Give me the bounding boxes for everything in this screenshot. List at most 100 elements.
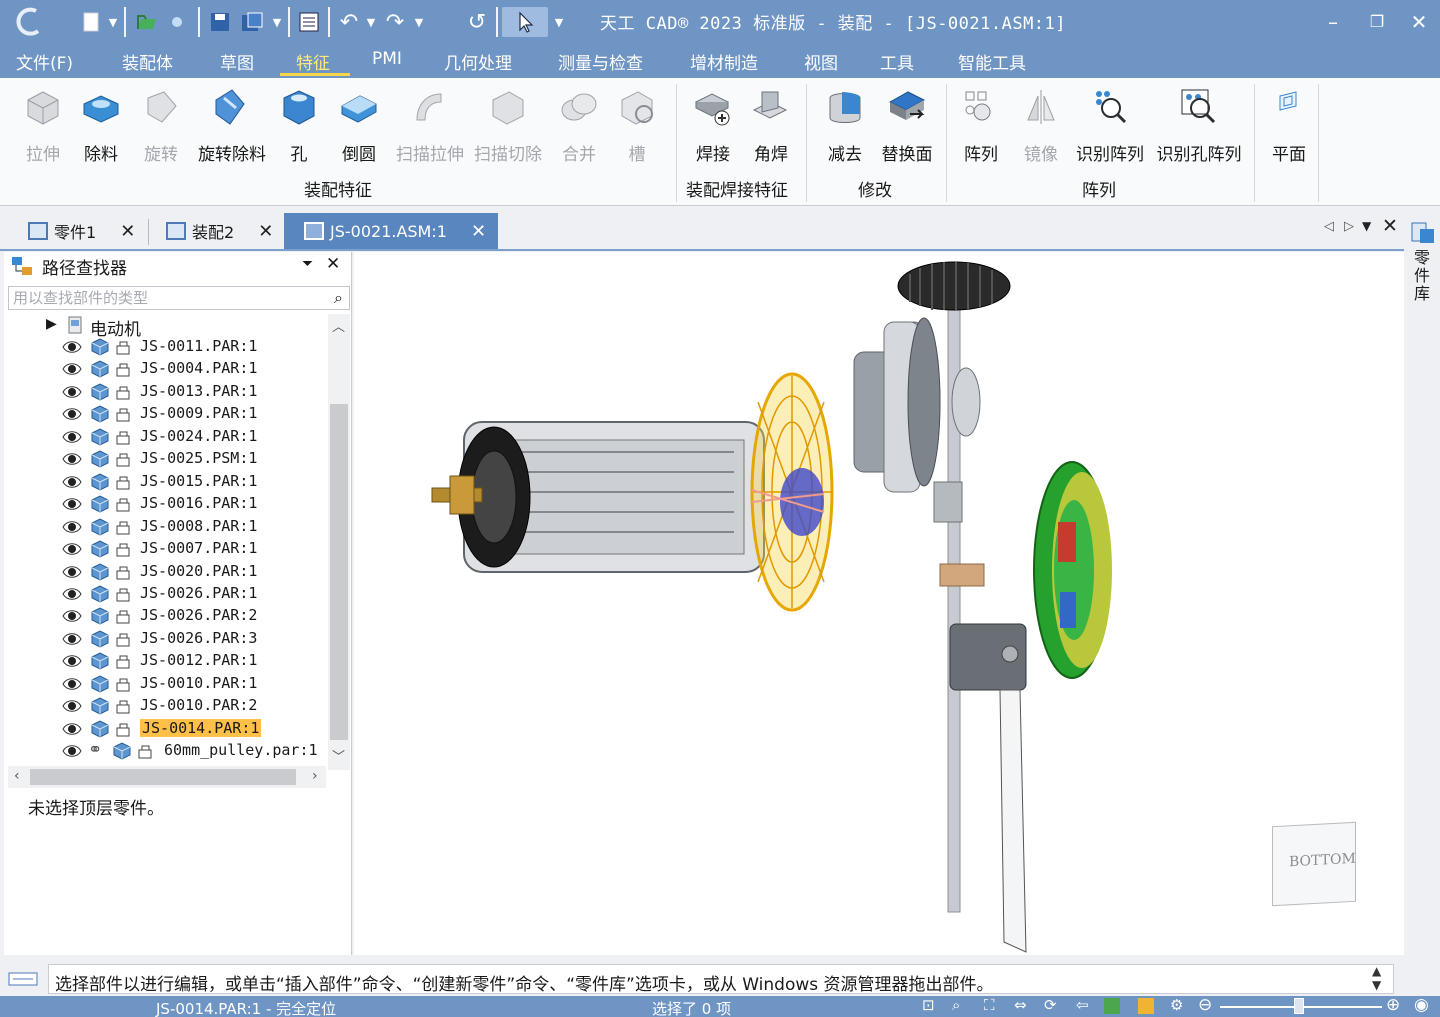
tree-item[interactable]: JS-0010.PAR:1 <box>4 673 326 695</box>
visibility-eye-icon[interactable] <box>62 720 82 738</box>
tree-root[interactable]: ▶ 电动机 <box>4 314 326 340</box>
zoom-icon[interactable]: ⌕ <box>952 996 960 1014</box>
tree-item[interactable]: JS-0011.PAR:1 <box>4 336 326 358</box>
visibility-eye-icon[interactable] <box>62 450 82 468</box>
part-properties-icon[interactable] <box>114 495 134 513</box>
hole-button[interactable]: 孔 <box>268 84 330 174</box>
open-drop-icon[interactable] <box>166 7 188 37</box>
tab-close-icon[interactable]: ✕ <box>120 221 135 242</box>
replace-face-button[interactable]: 替换面 <box>874 84 940 174</box>
visibility-eye-icon[interactable] <box>62 405 82 423</box>
visibility-eye-icon[interactable] <box>62 360 82 378</box>
menu-smart-tools[interactable]: 智能工具 <box>958 49 1026 74</box>
save-icon[interactable] <box>206 7 234 37</box>
revolved-cutout-button[interactable]: 旋转除料 <box>198 84 266 174</box>
graphics-viewport[interactable]: BOTTOM <box>354 252 1404 955</box>
menu-pmi[interactable]: PMI <box>372 49 402 69</box>
zoom-area-icon[interactable]: ⊡ <box>922 996 935 1014</box>
menu-file[interactable]: 文件(F) <box>16 49 73 74</box>
tree-item[interactable]: JS-0016.PAR:1 <box>4 493 326 515</box>
pane-options-icon[interactable]: ⏷ <box>302 256 313 272</box>
zoom-slider-thumb[interactable] <box>1294 998 1304 1014</box>
menu-view[interactable]: 视图 <box>804 49 838 74</box>
camera-icon[interactable]: ⚙ <box>1170 996 1183 1014</box>
close-icon[interactable]: ✕ <box>1404 8 1434 36</box>
weld-button[interactable]: 焊接 <box>682 84 744 174</box>
part-properties-icon[interactable] <box>114 697 134 715</box>
save-dropdown-icon[interactable]: ▼ <box>270 7 284 37</box>
tree-item[interactable]: JS-0010.PAR:2 <box>4 695 326 717</box>
zoom-in-icon[interactable]: ⊕ <box>1386 995 1400 1015</box>
tree-item[interactable]: JS-0004.PAR:1 <box>4 358 326 380</box>
plane-button[interactable]: 平面 <box>1258 84 1320 174</box>
parts-library-tab[interactable]: 零件库 <box>1414 249 1432 303</box>
pattern-button[interactable]: 阵列 <box>950 84 1012 174</box>
visibility-eye-icon[interactable] <box>62 495 82 513</box>
tree-vertical-scrollbar[interactable]: ︿ ﹀ <box>328 314 350 770</box>
prompt-icon[interactable] <box>8 970 38 988</box>
part-properties-icon[interactable] <box>114 428 134 446</box>
tree-item[interactable]: JS-0020.PAR:1 <box>4 561 326 583</box>
menu-additive[interactable]: 增材制造 <box>690 49 758 74</box>
tree-item[interactable]: JS-0012.PAR:1 <box>4 650 326 672</box>
tab-part1[interactable]: 零件1 ✕ <box>20 213 142 249</box>
tab-close-icon[interactable]: ✕ <box>471 221 486 242</box>
visibility-eye-icon[interactable] <box>62 563 82 581</box>
select-tool-icon[interactable] <box>502 7 548 37</box>
tab-list-icon[interactable]: ▼ <box>1362 219 1371 233</box>
menu-inspect[interactable]: 测量与检查 <box>558 49 643 74</box>
scroll-thumb[interactable] <box>30 769 296 785</box>
visibility-eye-icon[interactable] <box>62 338 82 356</box>
cutout-button[interactable]: 除料 <box>70 84 132 174</box>
scroll-left-icon[interactable]: ‹ <box>14 768 20 784</box>
part-properties-icon[interactable] <box>136 742 156 760</box>
zoom-out-icon[interactable]: ⊖ <box>1198 995 1212 1015</box>
pathfinder-filter[interactable]: ⌕ <box>8 286 350 310</box>
part-properties-icon[interactable] <box>114 720 134 738</box>
minimize-icon[interactable]: – <box>1318 8 1348 36</box>
display-mode-icon[interactable] <box>1104 998 1120 1014</box>
menu-tools[interactable]: 工具 <box>880 49 914 74</box>
visibility-eye-icon[interactable] <box>62 675 82 693</box>
tree-item[interactable]: JS-0026.PAR:2 <box>4 605 326 627</box>
fit-icon[interactable]: ⛶ <box>984 996 995 1014</box>
part-properties-icon[interactable] <box>114 405 134 423</box>
menu-geometry[interactable]: 几何处理 <box>444 49 512 74</box>
tab-assembly2[interactable]: 装配2 ✕ <box>158 213 280 249</box>
tree-item[interactable]: JS-0009.PAR:1 <box>4 403 326 425</box>
tab-scroll-right-icon[interactable]: ▷ <box>1344 219 1354 234</box>
part-properties-icon[interactable] <box>114 563 134 581</box>
redo-icon[interactable]: ↷ <box>382 7 408 37</box>
redo-dropdown-icon[interactable]: ▼ <box>412 7 426 37</box>
scroll-right-icon[interactable]: › <box>312 768 318 784</box>
expand-icon[interactable]: ▶ <box>46 316 57 332</box>
tree-item[interactable]: JS-0025.PSM:1 <box>4 448 326 470</box>
menu-features[interactable]: 特征 <box>296 49 330 74</box>
part-properties-icon[interactable] <box>114 652 134 670</box>
tree-item[interactable]: ⚭ 60mm_pulley.par:1 <box>4 740 326 762</box>
pane-close-icon[interactable]: ✕ <box>326 254 340 274</box>
part-properties-icon[interactable] <box>114 518 134 536</box>
part-properties-icon[interactable] <box>114 540 134 558</box>
app-logo-icon[interactable] <box>14 5 44 39</box>
save-all-icon[interactable] <box>238 7 266 37</box>
visibility-eye-icon[interactable] <box>62 540 82 558</box>
search-icon[interactable]: ⌕ <box>334 288 343 308</box>
visibility-eye-icon[interactable] <box>62 473 82 491</box>
sweep-extrude-button[interactable]: 扫描拉伸 <box>394 84 466 174</box>
part-properties-icon[interactable] <box>114 630 134 648</box>
scroll-down-icon[interactable]: ﹀ <box>332 746 345 765</box>
part-properties-icon[interactable] <box>114 473 134 491</box>
part-properties-icon[interactable] <box>114 383 134 401</box>
recognize-pattern-button[interactable]: 识别阵列 <box>1072 84 1148 174</box>
assembly-model-render[interactable] <box>354 252 1404 955</box>
extrude-button[interactable]: 拉伸 <box>12 84 74 174</box>
tree-horizontal-scrollbar[interactable]: ‹ › <box>8 766 326 788</box>
menu-sketch[interactable]: 草图 <box>220 49 254 74</box>
pathfinder-filter-input[interactable] <box>9 287 319 309</box>
status-options-icon[interactable]: ◉ <box>1414 995 1429 1015</box>
tab-close-icon[interactable]: ✕ <box>258 221 273 242</box>
customize-dropdown-icon[interactable]: ▼ <box>552 7 566 37</box>
back-icon[interactable]: ↺ <box>464 7 490 37</box>
visibility-eye-icon[interactable] <box>62 518 82 536</box>
